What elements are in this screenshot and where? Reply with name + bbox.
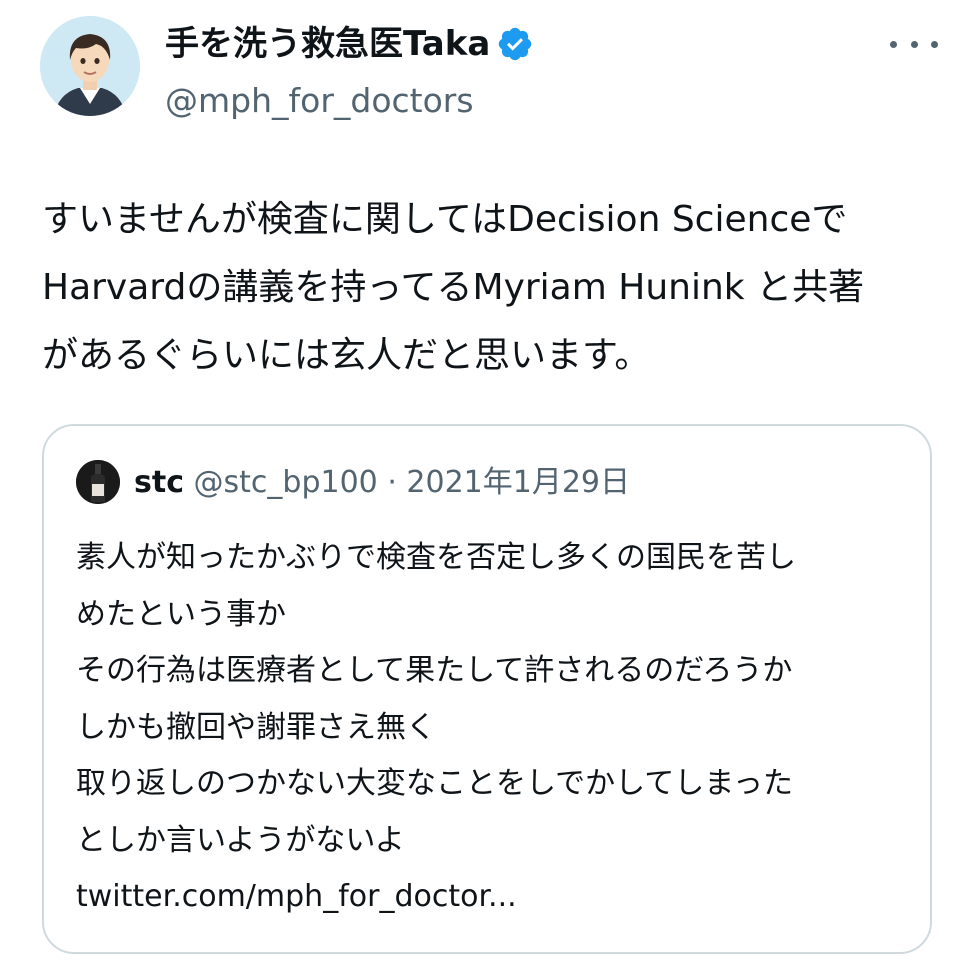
author-handle[interactable]: @mph_for_doctors [165,80,474,122]
author-name[interactable]: 手を洗う救急医Taka [165,22,490,66]
quoted-text: 素人が知ったかぶりで検査を否定し多くの国民を苦し めたという事か その行為は医療… [76,540,796,914]
author-name-row[interactable]: 手を洗う救急医Taka [165,22,534,66]
separator-dot: · [387,465,397,500]
verified-badge-icon [499,27,532,61]
quoted-author-name[interactable]: stc [134,465,184,500]
bottle-icon [76,460,120,504]
quoted-header: stc @stc_bp100 · 2021年1月29日 [134,464,630,502]
more-dot [931,40,938,48]
quoted-date[interactable]: 2021年1月29日 [406,465,630,500]
author-avatar[interactable] [40,16,140,116]
avatar-illustration [40,16,140,116]
quoted-author-handle[interactable]: @stc_bp100 [194,465,378,500]
more-dot [910,40,918,48]
quoted-author-avatar[interactable] [76,460,120,504]
more-dot [890,40,897,48]
more-options-icon[interactable] [890,26,938,62]
tweet: 手を洗う救急医Taka @mph_for_doctors すいませんが検査に関し… [0,0,976,976]
quoted-tweet[interactable]: stc @stc_bp100 · 2021年1月29日 素人が知ったかぶりで検査… [42,424,932,954]
tweet-text: すいませんが検査に関してはDecision Scienceで Harvardの講… [42,199,865,376]
